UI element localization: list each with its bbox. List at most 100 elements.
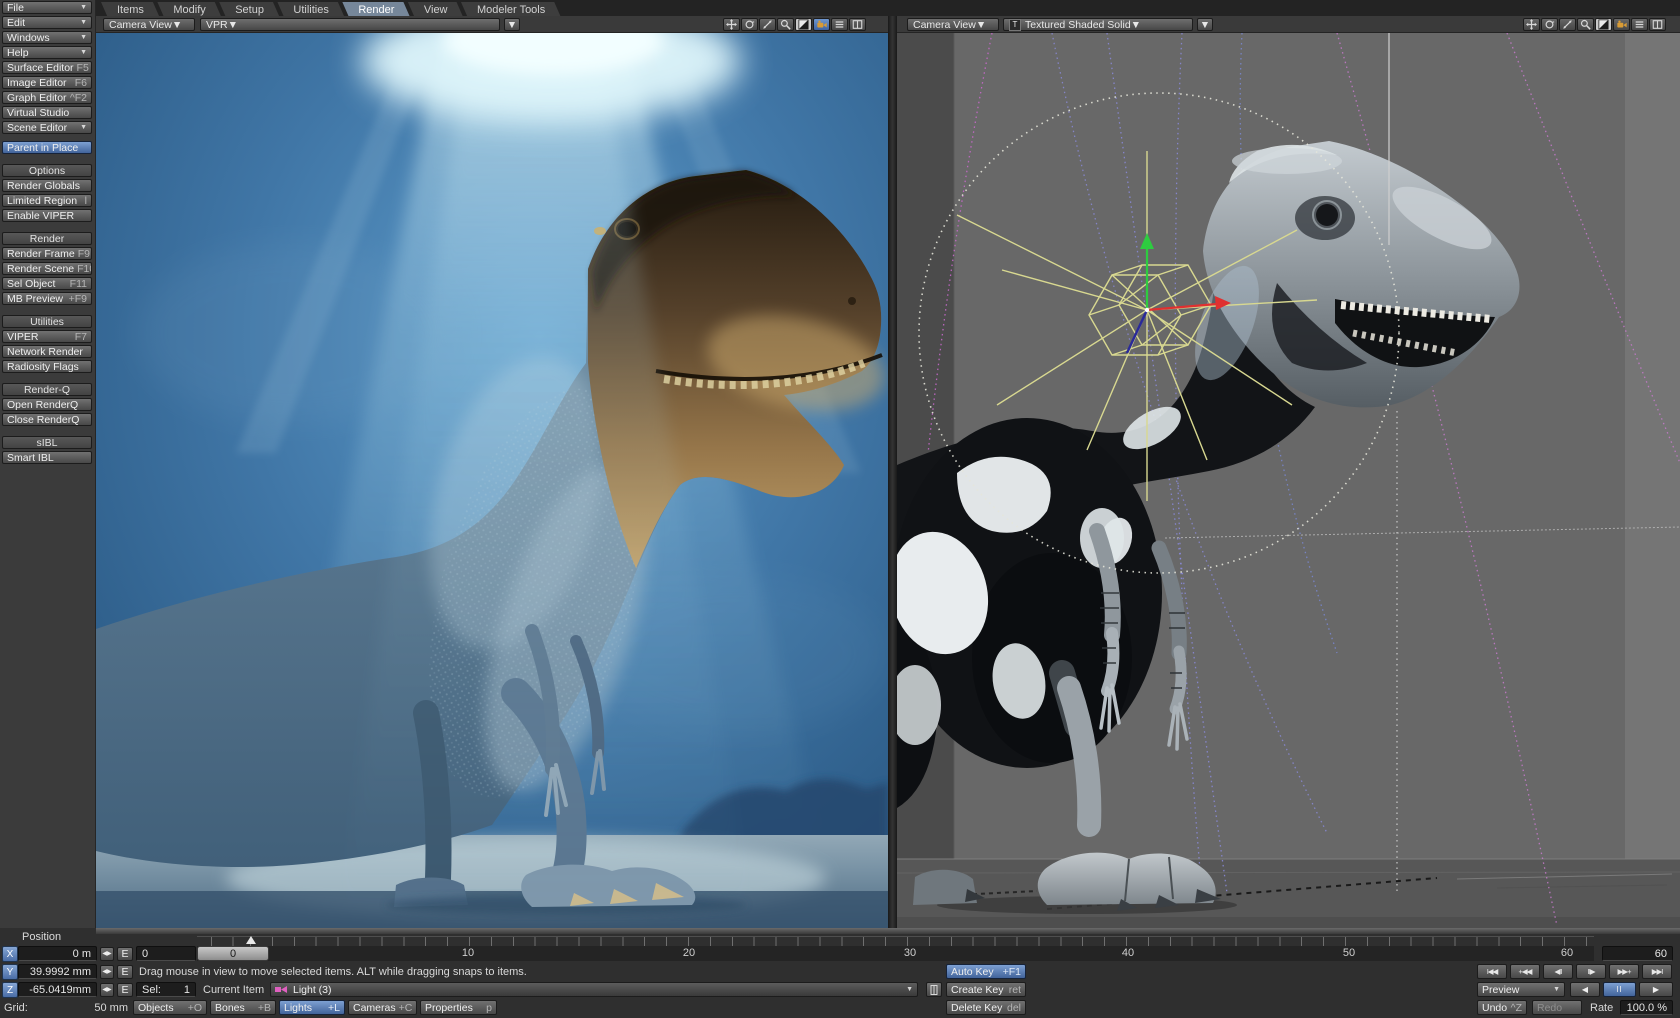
y-spinner[interactable]: ◀▶ [100,965,114,979]
pause-button[interactable]: II [1603,982,1636,997]
z-position-field[interactable]: -65.0419mm [18,982,97,997]
sidebar-button-smart-ibl[interactable]: Smart IBL [2,451,92,464]
frame-field[interactable]: 0 [136,946,196,961]
x-axis-badge[interactable]: X [2,946,18,962]
x-position-field[interactable]: 0 m [18,946,97,961]
tick-label-50: 50 [1329,946,1369,961]
rate-field[interactable]: 100.0 % [1620,1000,1673,1015]
sidebar-button-close-renderq[interactable]: Close RenderQ [2,413,92,426]
right-viewport-options-dropdown[interactable]: ▼ [1197,18,1213,31]
z-envelope-button[interactable]: E [117,983,133,997]
tick-label-40: 40 [1108,946,1148,961]
current-item-dropdown[interactable]: Light (3) ▼ [270,982,918,997]
zoom-icon[interactable] [1559,18,1576,31]
sidebar-button-graph-editor[interactable]: Graph Editor^F2 [2,91,92,104]
left-viewport-header: Camera View▼ VPR▼ ▼ [96,16,888,33]
pan-icon[interactable] [723,18,740,31]
left-sidebar: File▼ Edit▼ Windows▼ Help▼ Surface Edito… [0,0,96,928]
z-axis-badge[interactable]: Z [2,982,18,998]
list-icon[interactable] [1631,18,1648,31]
sidebar-button-network-render[interactable]: Network Render [2,345,92,358]
magnify-icon[interactable] [777,18,794,31]
vpr-render-viewport[interactable] [96,33,888,928]
sidebar-button-open-renderq[interactable]: Open RenderQ [2,398,92,411]
item-type-lights-button[interactable]: Lights+L [279,1000,345,1015]
shaded-viewport[interactable] [897,33,1680,928]
zoom-icon[interactable] [759,18,776,31]
sidebar-button-scene-editor[interactable]: Scene Editor▼ [2,121,92,134]
properties-button[interactable]: Propertiesp [420,1000,497,1015]
go-to-start-button[interactable]: I◀◀ [1477,964,1507,979]
menu-file[interactable]: File▼ [2,1,92,14]
prev-keyframe-button[interactable]: +◀◀ [1510,964,1540,979]
end-frame-field[interactable]: 60 [1602,946,1673,961]
magnify-icon[interactable] [1577,18,1594,31]
left-view-mode-dropdown[interactable]: Camera View▼ [103,18,195,31]
sidebar-button-radiosity-flags[interactable]: Radiosity Flags [2,360,92,373]
sidebar-button-render-frame[interactable]: Render FrameF9 [2,247,92,260]
auto-key-button[interactable]: Auto Key+F1 [946,964,1026,979]
sidebar-button-virtual-studio[interactable]: Virtual Studio [2,106,92,119]
camera-icon[interactable] [1613,18,1630,31]
list-icon[interactable] [831,18,848,31]
item-list-button[interactable] [926,982,942,997]
z-spinner[interactable]: ◀▶ [100,983,114,997]
left-viewport-toolbar [723,18,866,31]
sidebar-button-viper[interactable]: VIPERF7 [2,330,92,343]
position-label: Position [22,931,61,943]
y-envelope-button[interactable]: E [117,965,133,979]
rotate-icon[interactable] [741,18,758,31]
sidebar-button-mb-preview[interactable]: MB Preview+F9 [2,292,92,305]
sidebar-button-limited-region[interactable]: Limited Regionl [2,194,92,207]
right-render-mode-dropdown[interactable]: T Textured Shaded Solid▼ [1003,18,1193,31]
left-render-mode-dropdown[interactable]: VPR▼ [200,18,500,31]
play-reverse-button[interactable]: ◀ [1570,982,1600,997]
next-keyframe-button[interactable]: ▶▶+ [1609,964,1639,979]
go-to-end-button[interactable]: ▶▶I [1642,964,1672,979]
delete-key-button[interactable]: Delete Keydel [946,1000,1026,1015]
step-back-frame-button[interactable]: ◀II [1543,964,1573,979]
sidebar-button-surface-editor[interactable]: Surface EditorF5 [2,61,92,74]
menu-help[interactable]: Help▼ [2,46,92,59]
viewport-divider[interactable] [888,16,897,928]
pan-icon[interactable] [1523,18,1540,31]
frame-ruler[interactable] [197,936,1594,946]
undo-button[interactable]: Undo^Z [1477,1000,1527,1015]
x-envelope-button[interactable]: E [117,947,133,961]
viewport-layout-icon[interactable] [849,18,866,31]
sidebar-section-render: Render [2,232,92,245]
play-forward-button[interactable]: ▶ [1639,982,1673,997]
fit-view-icon[interactable] [795,18,812,31]
item-type-cameras-button[interactable]: Cameras+C [348,1000,417,1015]
frame-slider-handle[interactable]: 0 [197,946,269,961]
redo-button[interactable]: Redo [1532,1000,1582,1015]
y-position-field[interactable]: 39.9992 mm [18,964,97,979]
selection-count-field[interactable]: Sel:1 [136,982,196,997]
sidebar-button-render-globals[interactable]: Render Globals [2,179,92,192]
current-frame-marker[interactable] [246,936,256,944]
menu-windows[interactable]: Windows▼ [2,31,92,44]
create-key-button[interactable]: Create Keyret [946,982,1026,997]
menu-edit[interactable]: Edit▼ [2,16,92,29]
y-axis-badge[interactable]: Y [2,964,18,980]
sidebar-button-enable-viper[interactable]: Enable VIPER [2,209,92,222]
sidebar-button-sel-object[interactable]: Sel ObjectF11 [2,277,92,290]
bottom-bar: Position X 0 m ◀▶ E 0 0 10 20 30 40 50 6… [0,928,1680,1018]
sidebar-button-image-editor[interactable]: Image EditorF6 [2,76,92,89]
rotate-icon[interactable] [1541,18,1558,31]
viewport-layout-icon[interactable] [1649,18,1666,31]
right-view-mode-dropdown[interactable]: Camera View▼ [907,18,999,31]
item-type-bones-button[interactable]: Bones+B [210,1000,276,1015]
sidebar-button-parent-in-place[interactable]: Parent in Place [2,141,92,154]
x-spinner[interactable]: ◀▶ [100,947,114,961]
preview-dropdown[interactable]: Preview▼ [1477,982,1565,997]
sidebar-button-render-scene[interactable]: Render SceneF10 [2,262,92,275]
fit-view-icon[interactable] [1595,18,1612,31]
item-type-objects-button[interactable]: Objects+O [133,1000,207,1015]
step-fwd-frame-button[interactable]: II▶ [1576,964,1606,979]
chevron-down-icon: ▼ [507,19,517,31]
left-viewport-options-dropdown[interactable]: ▼ [504,18,520,31]
chevron-down-icon: ▼ [1553,984,1560,996]
camera-icon[interactable] [813,18,830,31]
chevron-down-icon: ▼ [80,2,87,14]
